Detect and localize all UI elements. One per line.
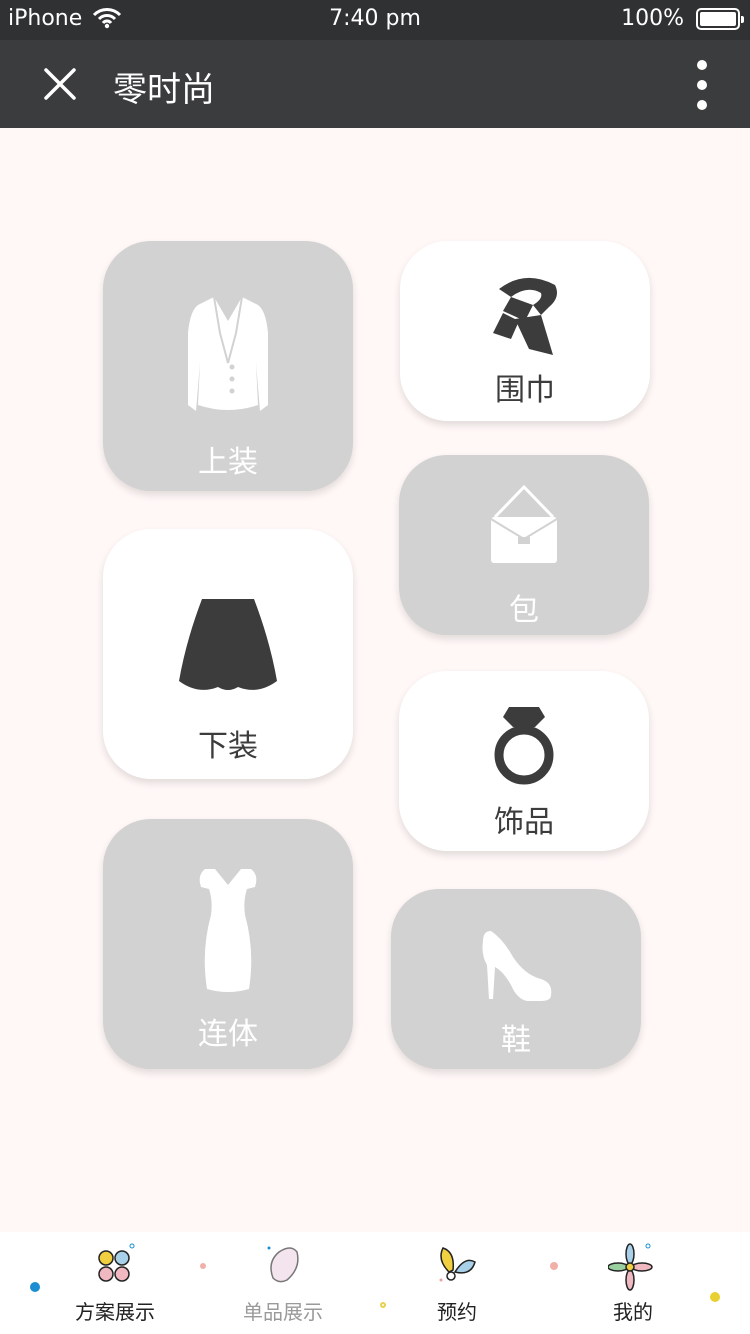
more-options-icon[interactable] bbox=[690, 58, 714, 112]
decorative-dot bbox=[30, 1282, 40, 1292]
scarf-icon bbox=[400, 275, 650, 357]
leaves-icon bbox=[435, 1242, 479, 1290]
navigation-bar: 零时尚 bbox=[0, 40, 750, 128]
category-label: 下装 bbox=[198, 729, 258, 764]
tab-appointment[interactable]: 预约 bbox=[402, 1232, 512, 1334]
category-label: 围巾 bbox=[495, 373, 555, 408]
category-tile-bag[interactable]: 包 bbox=[399, 455, 649, 635]
category-tile-dress[interactable]: 连体 bbox=[103, 819, 353, 1069]
flower-icon bbox=[607, 1242, 658, 1296]
tab-item-display[interactable]: 单品展示 bbox=[228, 1232, 338, 1334]
category-label: 连体 bbox=[198, 1017, 258, 1052]
ring-icon bbox=[399, 705, 649, 787]
category-label: 鞋 bbox=[501, 1023, 531, 1058]
tab-label: 方案展示 bbox=[75, 1300, 155, 1324]
category-label: 包 bbox=[509, 593, 539, 628]
dress-icon bbox=[103, 867, 353, 993]
jacket-icon bbox=[103, 293, 353, 415]
decorative-dot bbox=[200, 1263, 206, 1269]
tab-label: 预约 bbox=[437, 1300, 477, 1324]
tab-mine[interactable]: 我的 bbox=[578, 1232, 688, 1334]
bag-icon bbox=[399, 485, 649, 565]
category-label: 上装 bbox=[198, 445, 258, 480]
decorative-dot bbox=[380, 1302, 386, 1308]
category-tile-scarf[interactable]: 围巾 bbox=[400, 241, 650, 421]
battery-icon bbox=[696, 8, 744, 30]
status-bar: iPhone 7:40 pm 100% bbox=[0, 0, 750, 40]
four-petal-icon bbox=[93, 1242, 137, 1290]
high-heel-icon bbox=[391, 929, 641, 1003]
category-label: 饰品 bbox=[494, 805, 554, 840]
decorative-dot bbox=[710, 1292, 720, 1302]
tab-label: 单品展示 bbox=[243, 1300, 323, 1324]
close-icon[interactable] bbox=[40, 64, 80, 104]
skirt-icon bbox=[103, 597, 353, 693]
decorative-dot bbox=[550, 1262, 558, 1270]
tab-label: 我的 bbox=[613, 1300, 653, 1324]
tab-scheme-display[interactable]: 方案展示 bbox=[60, 1232, 170, 1334]
category-tile-bottoms[interactable]: 下装 bbox=[103, 529, 353, 779]
tab-bar: 方案展示 单品展示 预约 我的 bbox=[0, 1232, 750, 1334]
page-title: 零时尚 bbox=[113, 70, 215, 110]
battery-percentage: 100% bbox=[621, 6, 684, 31]
category-tile-shoes[interactable]: 鞋 bbox=[391, 889, 641, 1069]
category-tile-accessories[interactable]: 饰品 bbox=[399, 671, 649, 851]
category-tile-tops[interactable]: 上装 bbox=[103, 241, 353, 491]
petal-icon bbox=[261, 1242, 305, 1290]
